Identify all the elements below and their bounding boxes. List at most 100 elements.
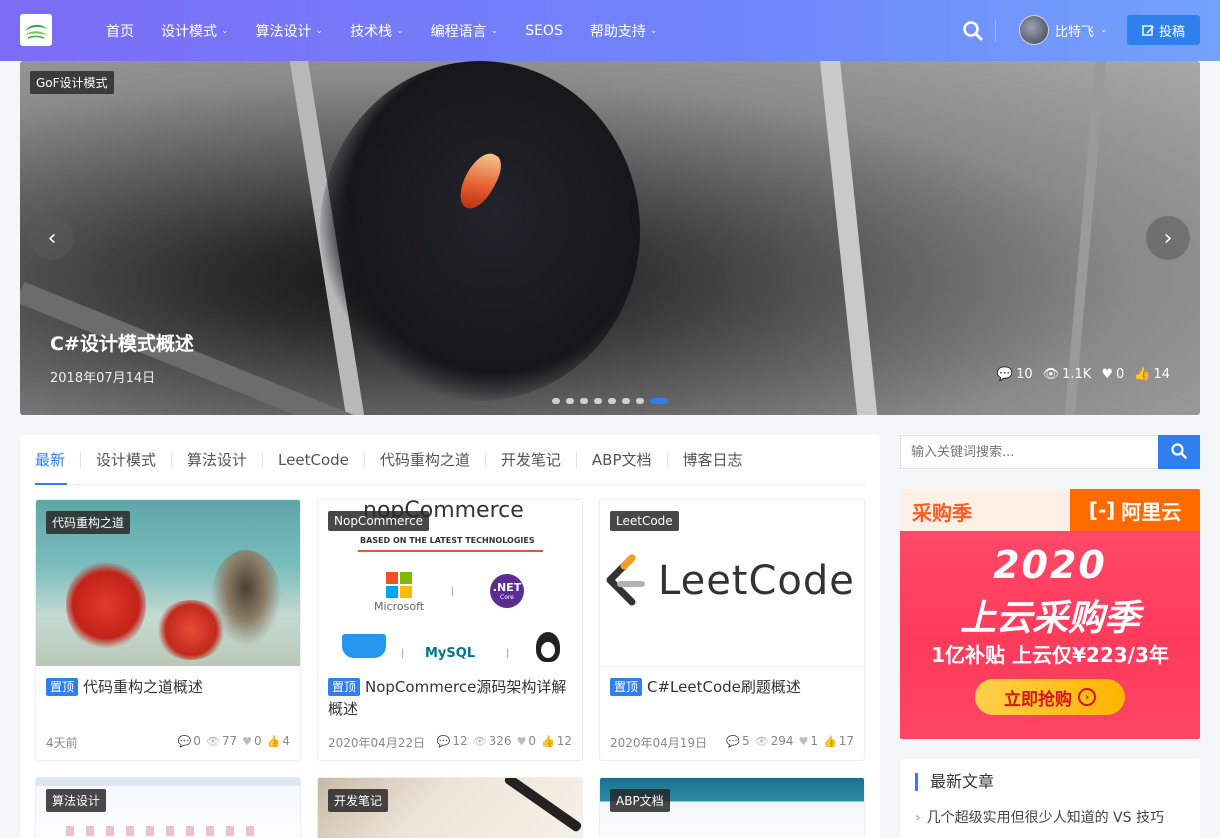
ad-banner[interactable]: 采购季 [-] 阿里云 2020 上云采购季 1亿补贴 上云仅¥223/3年 立即… (900, 489, 1200, 739)
view-value: 1.1K (1062, 367, 1092, 382)
slider-dot[interactable] (552, 398, 560, 404)
card-title-text: NopCommerce源码架构详解概述 (328, 678, 567, 718)
card-category[interactable]: LeetCode (610, 511, 679, 531)
article-card[interactable]: 开发笔记 (317, 777, 583, 838)
mysql-logo-icon: MySQL (425, 646, 476, 661)
dotnet-label: .NET (492, 581, 522, 594)
article-card[interactable]: nopCommerce BASED ON THE LATEST TECHNOLO… (317, 499, 583, 761)
chevron-left-icon: ‹ (47, 225, 57, 251)
submit-post-button[interactable]: 投稿 (1127, 15, 1200, 45)
article-thumbnail[interactable]: LeetCode LeetCode (600, 500, 864, 666)
thumbs-up-icon: 👍 (266, 734, 281, 748)
like-count: ♥ 0 (1101, 367, 1124, 382)
card-category[interactable]: 开发笔记 (328, 789, 389, 812)
slider-dot[interactable] (580, 398, 588, 404)
heart-icon: ♥ (798, 734, 809, 748)
card-date: 2020年04月22日 (328, 736, 426, 750)
slide-image-decoration (818, 61, 882, 415)
arrow-right-circle-icon: › (1078, 688, 1096, 706)
card-stats: 💬 0 👁 77 ♥ 0 👍 4 (178, 734, 290, 748)
slide-prev-button[interactable]: ‹ (30, 216, 74, 260)
slider-dot[interactable] (636, 398, 644, 404)
card-title[interactable]: 置顶 C#LeetCode刷题概述 (610, 676, 854, 698)
nav-home[interactable]: 首页 (94, 21, 146, 41)
search-button[interactable] (1158, 435, 1200, 469)
leetcode-logo-icon (606, 554, 645, 606)
tab-refactoring[interactable]: 代码重构之道 (363, 451, 485, 468)
thumbnail-brand: LeetCode (658, 558, 855, 604)
slide-category-tag[interactable]: GoF设计模式 (30, 71, 114, 94)
pinned-badge: 置顶 (610, 678, 643, 696)
like-value: 0 (254, 734, 262, 748)
tab-design-patterns[interactable]: 设计模式 (80, 451, 171, 468)
tab-latest[interactable]: 最新 (35, 452, 80, 468)
pen-decoration (503, 778, 582, 833)
tab-abp-docs[interactable]: ABP文档 (575, 451, 667, 468)
slider-dot[interactable] (650, 398, 668, 404)
nav-help[interactable]: 帮助支持 ⌄ (578, 21, 670, 41)
header-search-button[interactable] (960, 18, 986, 44)
ad-subline: 1亿补贴 上云仅¥223/3年 (931, 643, 1169, 667)
tab-blog-log[interactable]: 博客日志 (666, 451, 758, 468)
nav-tech-stack[interactable]: 技术栈 ⌄ (338, 21, 416, 41)
article-card[interactable]: 代码重构之道 置顶 代码重构之道概述 4天前 💬 0 👁 77 ♥ 0 👍 4 (35, 499, 301, 761)
dotnet-sub-label: Core (500, 594, 514, 601)
tab-dev-notes[interactable]: 开发笔记 (484, 451, 576, 468)
article-card[interactable]: ABP文档 (599, 777, 865, 838)
ad-headline: 上云采购季 (959, 598, 1140, 639)
slide-title[interactable]: C#设计模式概述 (50, 329, 194, 356)
article-thumbnail[interactable]: 代码重构之道 (36, 500, 300, 666)
comment-count: 💬 10 (997, 367, 1033, 382)
thumbs-value: 17 (838, 734, 854, 748)
slide-next-button[interactable]: › (1146, 216, 1190, 260)
slide-image-bird (320, 61, 640, 401)
tab-algorithms[interactable]: 算法设计 (171, 451, 262, 468)
eye-icon: 👁 (1042, 367, 1060, 382)
sidebar-search (900, 435, 1200, 469)
site-logo[interactable] (20, 14, 52, 46)
comments-icon: 💬 (996, 367, 1014, 382)
eye-icon: 👁 (754, 734, 769, 748)
avatar (1019, 15, 1049, 45)
ad-year: 2020 (993, 543, 1107, 587)
tab-leetcode[interactable]: LeetCode (262, 451, 364, 468)
slider-dot[interactable] (594, 398, 602, 404)
card-category[interactable]: NopCommerce (328, 511, 430, 531)
card-title[interactable]: 置顶 NopCommerce源码架构详解概述 (328, 676, 572, 720)
nav-algorithms[interactable]: 算法设计 ⌄ (244, 21, 336, 41)
featured-slider[interactable]: GoF设计模式 ‹ › C#设计模式概述 2018年07月14日 💬 10 👁 1.… (20, 61, 1200, 415)
slider-dot[interactable] (622, 398, 630, 404)
ad-buy-button[interactable]: 立即抢购 › (975, 679, 1125, 715)
slider-dot[interactable] (566, 398, 574, 404)
article-card[interactable]: 算法设计 (35, 777, 301, 838)
card-category[interactable]: ABP文档 (610, 789, 670, 812)
nav-label: 算法设计 (255, 23, 312, 40)
thumbs-count: 👍 14 (1134, 367, 1170, 382)
search-input[interactable] (900, 435, 1158, 469)
eye-icon: 👁 (205, 734, 220, 748)
chevron-right-icon: › (1163, 225, 1173, 251)
chevron-down-icon: ⌄ (315, 25, 324, 36)
card-title[interactable]: 置顶 代码重构之道概述 (46, 676, 290, 698)
user-menu[interactable]: 比特飞 ⌄ (1019, 15, 1108, 45)
nav-languages[interactable]: 编程语言 ⌄ (419, 21, 511, 41)
view-count: 👁 326 (473, 734, 512, 748)
thumbs-count: 👍 4 (267, 734, 290, 748)
article-card[interactable]: LeetCode LeetCode 置顶 C#LeetCode刷题概述 2020年… (599, 499, 865, 761)
recent-post-item[interactable]: › 几个超级实用但很少人知道的 VS 技巧 (915, 807, 1164, 827)
nav-seos[interactable]: SEOS (513, 23, 575, 39)
heart-icon: ♥ (242, 734, 253, 748)
thumbnail-decoration (66, 826, 266, 836)
like-value: 0 (528, 734, 537, 748)
view-count: 👁 1.1K (1043, 367, 1092, 382)
chevron-down-icon: ⌄ (490, 25, 499, 36)
comment-value: 10 (1016, 367, 1033, 382)
nav-design-patterns[interactable]: 设计模式 ⌄ (149, 21, 241, 41)
article-thumbnail[interactable]: nopCommerce BASED ON THE LATEST TECHNOLO… (318, 500, 582, 666)
comment-count: 💬 5 (726, 734, 749, 748)
card-category[interactable]: 算法设计 (46, 789, 107, 812)
chevron-right-icon: › (915, 810, 921, 826)
slider-dot[interactable] (608, 398, 616, 404)
nav-label: 首页 (106, 23, 134, 40)
card-category[interactable]: 代码重构之道 (46, 511, 131, 534)
